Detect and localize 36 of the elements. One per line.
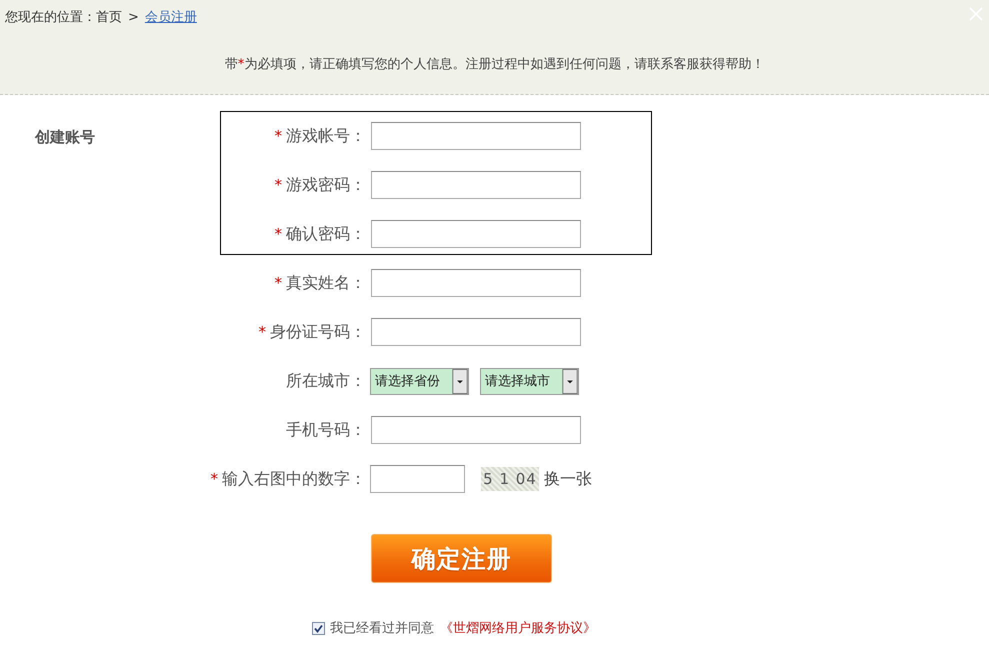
captcha-image[interactable]: 5 1 04 <box>481 467 539 491</box>
agreement-text: 我已经看过并同意 <box>330 620 434 637</box>
dropdown[interactable]: 请选择省份 <box>370 368 469 394</box>
required-mark: * <box>274 176 282 194</box>
field-label: 输入右图中的数字： <box>222 468 366 490</box>
agreement-link[interactable]: 《世熠网络用户服务协议》 <box>440 619 596 637</box>
input-field[interactable] <box>370 465 465 493</box>
required-mark: * <box>274 225 282 243</box>
required-mark: * <box>210 470 218 488</box>
input-field[interactable] <box>371 122 581 150</box>
input-field[interactable] <box>371 269 581 297</box>
required-mark: * <box>274 274 282 292</box>
dropdown[interactable]: 请选择城市 <box>480 368 579 394</box>
section-title: 创建账号 <box>35 127 96 147</box>
caret-icon[interactable] <box>452 368 468 394</box>
input-field[interactable] <box>371 318 581 346</box>
field-label: 游戏密码： <box>286 174 366 196</box>
field-label: 所在城市： <box>286 370 366 392</box>
field-label: 手机号码： <box>286 420 366 440</box>
refresh-link[interactable]: 换一张 <box>544 468 592 490</box>
notice-text: 带*为必填项，请正确填写您的个人信息。注册过程中如遇到任何问题，请联系客服获得帮助！ <box>224 56 766 74</box>
required-mark: * <box>258 323 266 341</box>
checkbox[interactable] <box>312 622 325 634</box>
caret-icon[interactable] <box>562 368 578 394</box>
input-field[interactable] <box>371 171 581 199</box>
required-mark: * <box>274 127 282 145</box>
input-field[interactable] <box>371 220 581 248</box>
field-label: 确认密码： <box>286 224 366 244</box>
breadcrumb-label: 您现在的位置： <box>5 9 96 26</box>
breadcrumb-link[interactable]: 会员注册 <box>144 8 197 26</box>
field-label: 真实姓名： <box>286 272 366 294</box>
breadcrumb-separator: > <box>128 10 139 24</box>
breadcrumb-item[interactable]: 首页 <box>96 8 122 26</box>
field-label: 身份证号码： <box>270 322 366 342</box>
field-label: 游戏帐号： <box>286 126 366 146</box>
input-field[interactable] <box>371 416 581 444</box>
